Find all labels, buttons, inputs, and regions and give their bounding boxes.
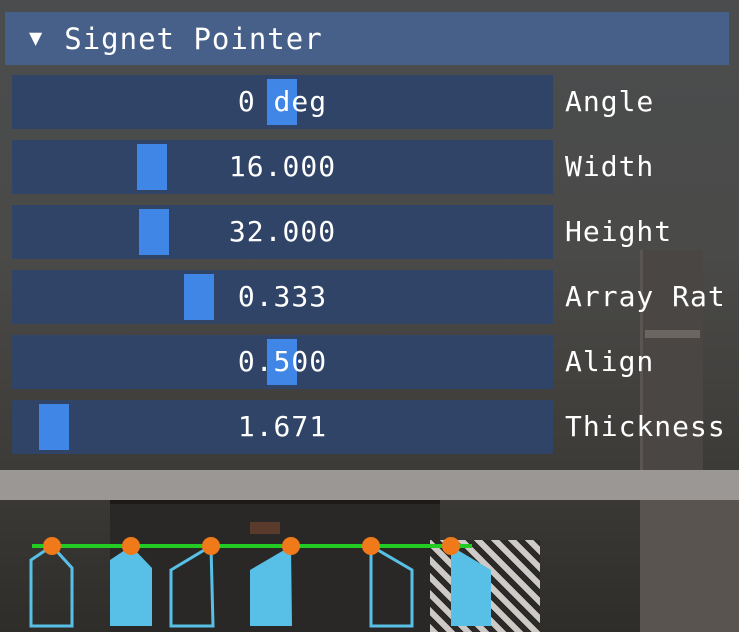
signet-outline-1 [29,544,74,628]
signet-preview-canvas [29,537,491,628]
header-title: Signet Pointer [64,21,323,56]
slider-align[interactable]: 0.500 [12,335,553,389]
slider-value: 32.000 [228,215,337,248]
anchor-dot [362,537,380,555]
slider-value: 1.671 [237,410,328,443]
slider-value: 0 deg [237,85,328,118]
slider-angle[interactable]: 0 deg [12,75,553,129]
signet-filled-2 [250,546,292,626]
slider-value: 0.333 [237,280,328,313]
anchor-dot [282,537,300,555]
slider-label-height: Height [565,215,673,248]
triangle-down-icon: ▼ [29,26,43,51]
anchor-dot [442,537,460,555]
signet-outline-2 [169,543,215,628]
signet-outline-3 [369,543,414,628]
slider-value: 16.000 [228,150,337,183]
slider-label-array-ratio: Array Rat [565,280,726,313]
slider-width[interactable]: 16.000 [12,140,553,194]
collapsing-header[interactable]: ▼ Signet Pointer [5,12,729,65]
slider-height[interactable]: 32.000 [12,205,553,259]
anchor-dot [202,537,220,555]
slider-value: 0.500 [237,345,328,378]
slider-label-align: Align [565,345,655,378]
slider-label-angle: Angle [565,85,655,118]
anchor-dot [122,537,140,555]
signet-preview [0,520,739,632]
slider-label-width: Width [565,150,655,183]
signet-filled-1 [110,546,152,626]
anchor-dot [43,537,61,555]
slider-label-thickness: Thickness [565,410,726,443]
signet-filled-3 [451,546,491,626]
slider-thickness[interactable]: 1.671 [12,400,553,454]
slider-array-ratio[interactable]: 0.333 [12,270,553,324]
